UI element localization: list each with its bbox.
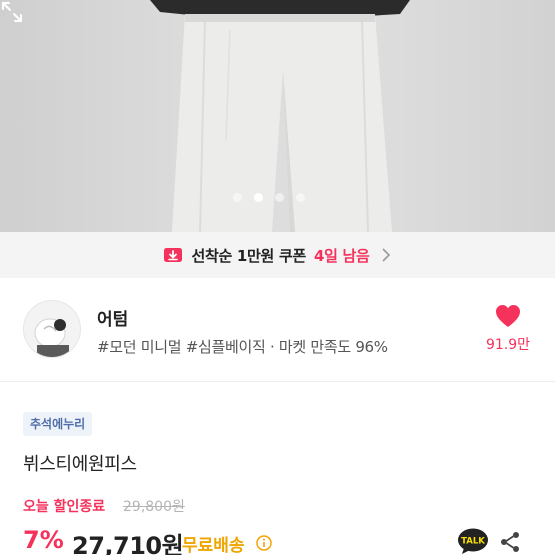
- chevron-right-icon: [381, 248, 390, 262]
- product-title: 뷔스티에원피스: [23, 454, 137, 475]
- carousel-indicator[interactable]: [233, 193, 305, 202]
- carousel-dot-active[interactable]: [254, 193, 263, 202]
- expand-icon[interactable]: [0, 0, 24, 24]
- kakao-talk-icon[interactable]: TALK: [457, 528, 489, 555]
- shop-logo-image: [24, 301, 80, 357]
- coupon-days-left: 4일 남음: [313, 246, 370, 265]
- shop-name[interactable]: 어텀: [97, 305, 128, 330]
- carousel-dot[interactable]: [275, 193, 284, 202]
- shop-info: 어텀 #모던 미니멀 #심플베이직 · 마켓 만족도 96% 91.9만: [0, 278, 555, 382]
- share-icon[interactable]: [498, 530, 522, 554]
- carousel-dot[interactable]: [296, 193, 305, 202]
- sale-price: 27,710원: [72, 532, 184, 555]
- heart-icon: [496, 305, 520, 327]
- coupon-banner[interactable]: 선착순 1만원 쿠폰 4일 남음: [0, 232, 555, 278]
- carousel-dot[interactable]: [233, 193, 242, 202]
- info-icon[interactable]: [256, 535, 272, 551]
- shop-avatar[interactable]: [23, 300, 81, 358]
- original-price: 29,800원: [123, 499, 185, 515]
- shop-tags: #모던 미니멀 #심플베이직 · 마켓 만족도 96%: [97, 338, 388, 356]
- svg-text:TALK: TALK: [461, 537, 485, 547]
- discount-rate: 7%: [23, 526, 64, 554]
- product-image[interactable]: [0, 0, 555, 232]
- event-badge: 추석에누리: [23, 412, 93, 436]
- coupon-icon: [164, 248, 183, 262]
- free-shipping-label: 무료배송: [182, 536, 245, 555]
- coupon-label: 선착순 1만원 쿠폰: [191, 246, 306, 265]
- discount-end-label: 오늘 할인종료: [23, 499, 106, 515]
- like-count: 91.9만: [485, 337, 531, 353]
- like-button[interactable]: 91.9만: [480, 304, 536, 354]
